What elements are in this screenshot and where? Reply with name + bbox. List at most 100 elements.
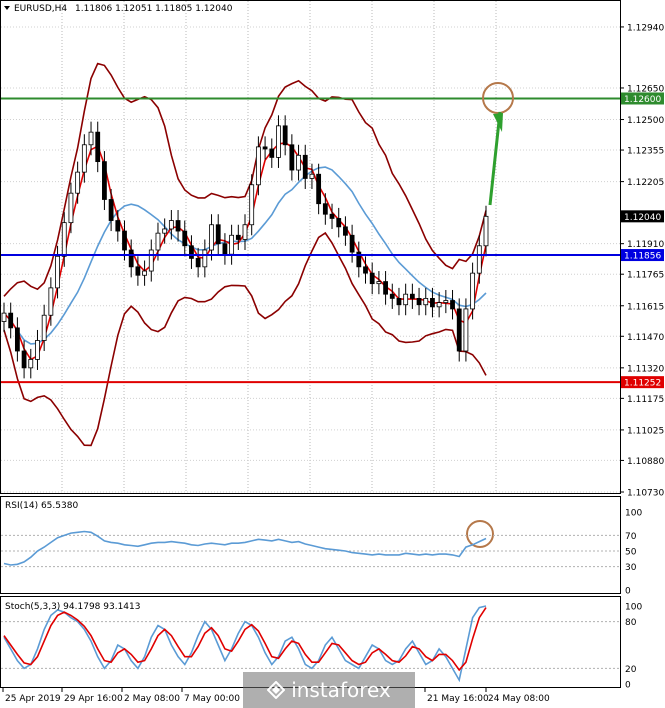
candle-body xyxy=(28,359,34,369)
candle-body xyxy=(128,249,134,268)
candle-body xyxy=(55,255,60,289)
candle-body xyxy=(269,148,275,158)
time-tick-label: 7 May 00:00 xyxy=(184,694,240,704)
candle-body xyxy=(450,300,455,310)
indicator-tick-label: 100 xyxy=(625,509,642,519)
stoch-header: Stoch(5,3,3) 94.1798 93.1413 xyxy=(5,602,140,612)
price-tick-label: 1.12500 xyxy=(627,116,664,126)
candle-body xyxy=(88,131,94,146)
candle-body xyxy=(302,154,308,179)
candle-body xyxy=(102,161,107,200)
candle-body xyxy=(483,215,489,247)
candle-body xyxy=(215,224,221,245)
candle-body xyxy=(443,300,449,304)
price-tick-label: 1.11175 xyxy=(627,395,664,405)
candle-body xyxy=(35,340,40,360)
candle-body xyxy=(155,232,161,251)
indicator-tick-label: 0 xyxy=(625,681,631,691)
rsi-header: RSI(14) 65.5380 xyxy=(5,501,78,511)
indicator-tick-label: 20 xyxy=(625,665,637,675)
indicator-tick-label: 0 xyxy=(625,587,631,597)
red-level-label: 1.11252 xyxy=(624,379,661,389)
candle-body xyxy=(95,131,101,163)
price-tick-label: 1.12205 xyxy=(627,178,664,188)
candle-body xyxy=(316,173,322,205)
candle-body xyxy=(202,249,208,268)
candle-body xyxy=(142,270,147,276)
candle-body xyxy=(148,249,154,272)
price-tick-label: 1.10730 xyxy=(627,489,664,499)
candle-body xyxy=(309,173,315,179)
candle-body xyxy=(343,226,348,236)
time-tick-label: 29 Apr 16:00 xyxy=(64,694,123,704)
price-tick-label: 1.11320 xyxy=(627,364,664,374)
candle-body xyxy=(396,297,402,306)
candle-body xyxy=(363,266,368,274)
candle-body xyxy=(235,234,241,240)
candle-body xyxy=(403,293,409,306)
candle-body xyxy=(409,293,415,299)
candle-body xyxy=(329,213,335,219)
candle-body xyxy=(168,220,174,230)
candle-body xyxy=(349,234,355,253)
candle-body xyxy=(14,327,20,352)
candle-body xyxy=(463,308,469,352)
candle-body xyxy=(376,281,382,285)
indicator-tick-label: 80 xyxy=(625,618,637,628)
candle-body xyxy=(182,230,188,247)
candle-body xyxy=(369,272,375,285)
candle-body xyxy=(470,272,476,310)
time-tick-label: 25 Apr 2019 xyxy=(5,694,61,704)
candle-body xyxy=(135,266,141,276)
watermark-text: instaforex xyxy=(291,678,391,702)
candle-body xyxy=(282,125,288,146)
candle-body xyxy=(68,192,74,224)
price-tick-label: 1.12355 xyxy=(627,147,664,157)
candle-body xyxy=(383,281,388,295)
candle-body xyxy=(8,312,14,329)
candle-body xyxy=(1,312,7,322)
candle-body xyxy=(61,222,67,257)
candle-body xyxy=(189,245,194,259)
candle-body xyxy=(436,302,442,308)
candle-body xyxy=(262,146,268,150)
candle-body xyxy=(476,245,482,274)
price-tick-label: 1.11765 xyxy=(627,271,664,281)
candle-body xyxy=(289,144,295,171)
time-tick-label: 24 May 08:00 xyxy=(488,694,550,704)
indicator-tick-label: 30 xyxy=(625,563,637,573)
price-tick-label: 1.11025 xyxy=(627,426,664,436)
current-price-label: 1.12040 xyxy=(624,213,661,223)
candle-body xyxy=(222,243,228,255)
candle-body xyxy=(115,220,121,232)
price-tick-label: 1.11470 xyxy=(627,333,664,343)
price-tick-label: 1.11615 xyxy=(627,302,664,312)
candle-body xyxy=(162,228,168,234)
candle-body xyxy=(108,199,114,221)
candle-body xyxy=(209,224,214,251)
candle-body xyxy=(430,297,435,308)
candle-body xyxy=(456,308,462,352)
candle-body xyxy=(48,287,54,316)
instaforex-logo-icon xyxy=(267,681,286,699)
candle-body xyxy=(423,297,429,306)
candle-body xyxy=(175,220,181,232)
candle-body xyxy=(276,125,281,158)
ohlc-values: 1.11806 1.12051 1.11805 1.12040 xyxy=(75,4,233,14)
candle-body xyxy=(249,184,255,226)
candle-body xyxy=(336,218,342,228)
green-level-label: 1.12600 xyxy=(624,95,661,105)
trading-chart: 1.126001.118561.112521.12040 1007050300 … xyxy=(0,0,664,704)
candle-body xyxy=(75,171,81,194)
indicator-tick-label: 70 xyxy=(625,532,637,542)
candle-body xyxy=(122,230,127,251)
blue-level-label: 1.11856 xyxy=(624,252,661,262)
time-tick-label: 21 May 16:00 xyxy=(427,694,489,704)
candle-body xyxy=(255,146,261,186)
candle-body xyxy=(21,350,27,369)
candle-body xyxy=(416,297,422,306)
candle-body xyxy=(296,154,301,171)
instaforex-watermark: instaforex xyxy=(243,672,415,708)
candle-body xyxy=(242,224,248,240)
symbol-header: EURUSD,H4 xyxy=(14,4,67,14)
